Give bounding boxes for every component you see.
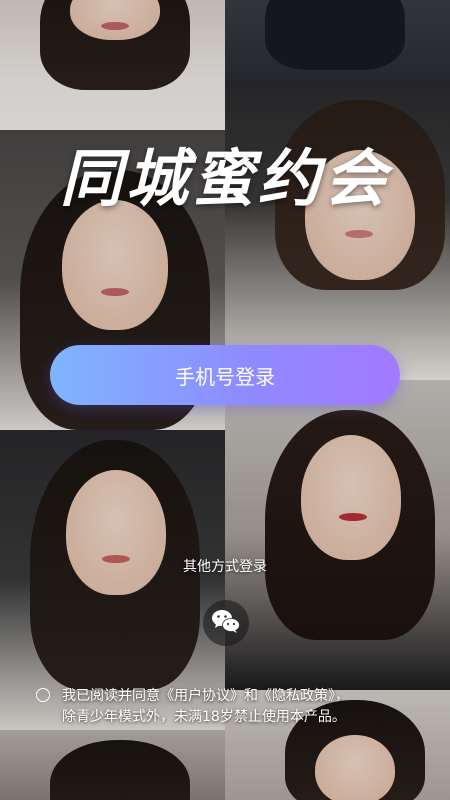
age-restriction-notice: 除青少年模式外，未满18岁禁止使用本产品。 (62, 709, 346, 725)
phone-login-button[interactable]: 手机号登录 (50, 345, 400, 405)
app-title: 同城蜜约会 (59, 142, 390, 215)
agreement-row: 我已阅读并同意《用户协议》和《隐私政策》， 除青少年模式外，未满18岁禁止使用本产… (36, 686, 426, 728)
user-agreement-link[interactable]: 《用户协议》 (160, 688, 244, 704)
agreement-and: 和 (244, 688, 258, 704)
agreement-prefix: 我已阅读并同意 (62, 688, 160, 704)
agreement-text: 我已阅读并同意《用户协议》和《隐私政策》， 除青少年模式外，未满18岁禁止使用本产… (62, 686, 426, 728)
other-login-label: 其他方式登录 (183, 559, 267, 575)
agreement-checkbox[interactable] (36, 688, 50, 702)
login-screen: 同城蜜约会 手机号登录 其他方式登录 我已阅读并同意《用户协议》和《隐私政策》，… (0, 0, 450, 800)
wechat-login-button[interactable] (203, 600, 249, 646)
privacy-policy-link[interactable]: 《隐私政策》 (258, 688, 335, 704)
agreement-comma: ， (335, 688, 349, 704)
wechat-icon (211, 608, 241, 638)
